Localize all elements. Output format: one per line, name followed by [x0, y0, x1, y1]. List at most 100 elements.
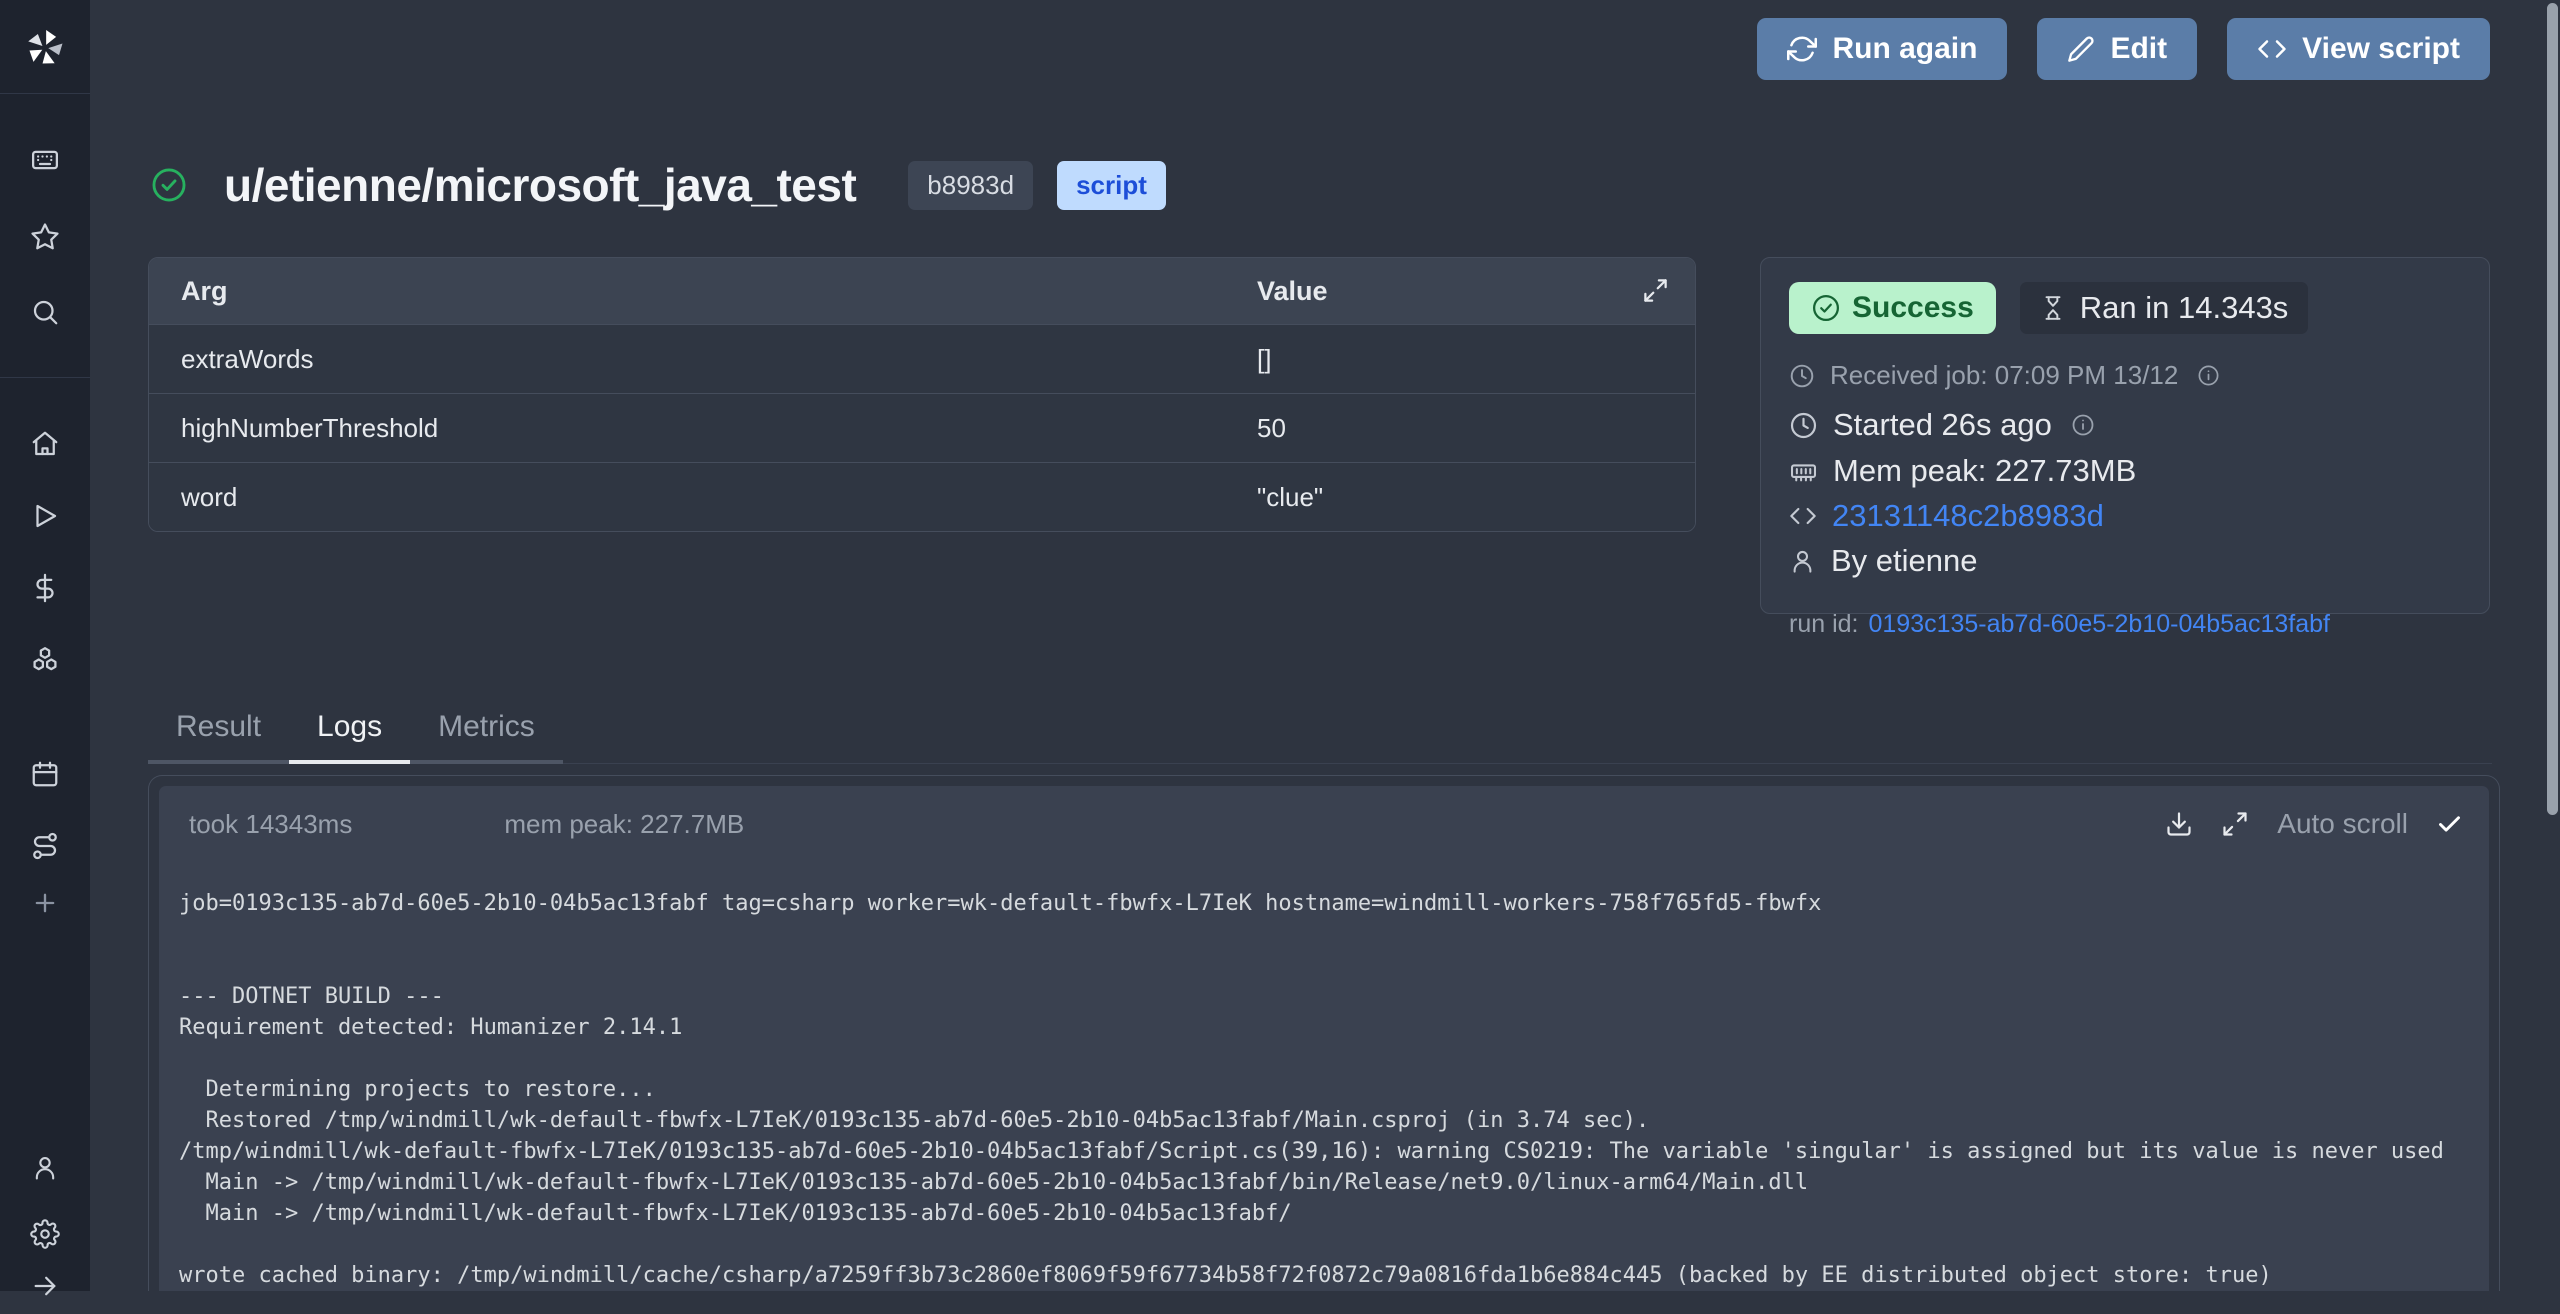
status-badge: Success: [1789, 282, 1996, 334]
view-script-label: View script: [2302, 32, 2460, 66]
arrow-right-icon: [31, 1272, 59, 1300]
expand-icon[interactable]: [2221, 810, 2249, 838]
tab-result[interactable]: Result: [148, 704, 289, 764]
code-icon: [2257, 34, 2287, 64]
user-icon: [31, 1154, 59, 1182]
run-id-label: run id:: [1789, 610, 1858, 638]
refresh-icon: [1787, 34, 1817, 64]
script-type-badge: script: [1057, 161, 1166, 210]
auto-scroll-checkbox[interactable]: [2436, 811, 2463, 838]
script-hash-link[interactable]: 23131148c2b8983d: [1832, 498, 2104, 534]
col-arg: Arg: [149, 276, 228, 307]
duration-chip: Ran in 14.343s: [2020, 282, 2309, 334]
check-circle-icon: [1811, 293, 1841, 323]
gear-icon: [30, 1219, 60, 1249]
dollar-icon: [30, 573, 60, 603]
started-row: Started 26s ago: [1789, 407, 2461, 443]
mem-peak-small-label: mem peak: 227.7MB: [504, 809, 744, 840]
logs-panel: took 14343ms mem peak: 227.7MB Auto scro…: [148, 775, 2500, 1291]
app-window-icon: [30, 145, 60, 175]
expand-args-icon[interactable]: [1642, 277, 1669, 304]
boxes-icon: [29, 645, 61, 677]
tab-logs[interactable]: Logs: [289, 704, 410, 764]
started-label: Started 26s ago: [1833, 407, 2052, 443]
created-by-label: By etienne: [1831, 543, 1978, 579]
home-icon: [30, 429, 60, 459]
sidebar-item-favorites[interactable]: [0, 209, 90, 265]
sidebar-divider: [0, 93, 90, 94]
play-icon: [30, 501, 60, 531]
arg-name: highNumberThreshold: [149, 413, 438, 444]
received-job-row: Received job: 07:09 PM 13/12: [1789, 360, 2461, 391]
action-toolbar: Run again Edit View script: [1757, 18, 2490, 80]
detail-tabs: Result Logs Metrics: [148, 704, 2492, 764]
table-row: highNumberThreshold 50: [149, 393, 1695, 462]
sidebar-item-runs[interactable]: [0, 488, 90, 544]
sidebar-item-search[interactable]: [0, 284, 90, 340]
table-row: extraWords []: [149, 324, 1695, 393]
edit-label: Edit: [2110, 32, 2167, 66]
hourglass-icon: [2040, 295, 2066, 321]
logs-viewer: took 14343ms mem peak: 227.7MB Auto scro…: [159, 786, 2489, 1291]
edit-button[interactable]: Edit: [2037, 18, 2197, 80]
user-icon: [1789, 548, 1816, 575]
arg-name: word: [149, 482, 237, 513]
download-icon[interactable]: [2165, 810, 2193, 838]
sidebar-item-settings[interactable]: [0, 1206, 90, 1262]
args-table: Arg Value extraWords [] highNumberThresh…: [148, 257, 1696, 532]
arg-value: 50: [1257, 413, 1286, 444]
search-icon: [30, 297, 60, 327]
created-by-row: By etienne: [1789, 543, 2461, 579]
run-again-label: Run again: [1832, 32, 1977, 66]
sidebar-item-collapse[interactable]: [0, 1258, 90, 1314]
sidebar-item-account[interactable]: [0, 1140, 90, 1196]
code-icon: [1789, 502, 1817, 530]
sidebar-item-variables[interactable]: [0, 560, 90, 616]
sidebar-item-schedules[interactable]: [0, 746, 90, 802]
clock-icon: [1789, 363, 1815, 389]
sidebar-item-resources[interactable]: [0, 633, 90, 689]
log-output: job=0193c135-ab7d-60e5-2b10-04b5ac13fabf…: [179, 888, 2489, 1291]
tab-metrics[interactable]: Metrics: [410, 704, 563, 764]
arg-name: extraWords: [149, 344, 313, 375]
received-job-label: Received job: 07:09 PM 13/12: [1830, 360, 2178, 391]
col-value: Value: [1257, 276, 1328, 307]
sidebar-item-triggers[interactable]: [0, 818, 90, 874]
table-row: word "clue": [149, 462, 1695, 531]
windmill-logo[interactable]: [0, 20, 90, 76]
route-icon: [30, 831, 60, 861]
script-hash-row: 23131148c2b8983d: [1789, 498, 2461, 534]
title-row: u/etienne/microsoft_java_test b8983d scr…: [150, 158, 1166, 212]
info-icon[interactable]: [2071, 413, 2095, 437]
clock-icon: [1789, 411, 1818, 440]
auto-scroll-label: Auto scroll: [2277, 808, 2408, 840]
calendar-icon: [30, 759, 60, 789]
sidebar-item-add[interactable]: [0, 875, 90, 931]
run-id-link[interactable]: 0193c135-ab7d-60e5-2b10-04b5ac13fabf: [1868, 610, 2330, 638]
sidebar-item-apps[interactable]: [0, 132, 90, 188]
status-row: Success Ran in 14.343s: [1789, 282, 2461, 334]
info-icon[interactable]: [2197, 364, 2220, 387]
job-status-card: Success Ran in 14.343s Received job: 07:…: [1760, 257, 2490, 614]
plus-icon: [31, 889, 59, 917]
mem-peak-row: Mem peak: 227.73MB: [1789, 453, 2461, 489]
star-icon: [30, 222, 60, 252]
sidebar-item-home[interactable]: [0, 416, 90, 472]
run-id-row: run id: 0193c135-ab7d-60e5-2b10-04b5ac13f…: [1789, 610, 2461, 639]
page-title: u/etienne/microsoft_java_test: [224, 158, 856, 212]
success-check-icon: [150, 166, 188, 204]
args-table-header: Arg Value: [149, 258, 1695, 324]
arg-value: []: [1257, 344, 1271, 375]
page-scrollbar[interactable]: [2547, 3, 2558, 815]
windmill-logo-icon: [22, 25, 68, 71]
script-hash-badge[interactable]: b8983d: [908, 161, 1033, 210]
logs-tools: Auto scroll: [2165, 808, 2463, 840]
took-label: took 14343ms: [189, 809, 352, 840]
view-script-button[interactable]: View script: [2227, 18, 2490, 80]
sidebar-divider: [0, 377, 90, 378]
duration-label: Ran in 14.343s: [2080, 290, 2289, 326]
status-label: Success: [1852, 291, 1974, 325]
arg-value: "clue": [1257, 482, 1323, 513]
pencil-icon: [2067, 35, 2095, 63]
run-again-button[interactable]: Run again: [1757, 18, 2007, 80]
